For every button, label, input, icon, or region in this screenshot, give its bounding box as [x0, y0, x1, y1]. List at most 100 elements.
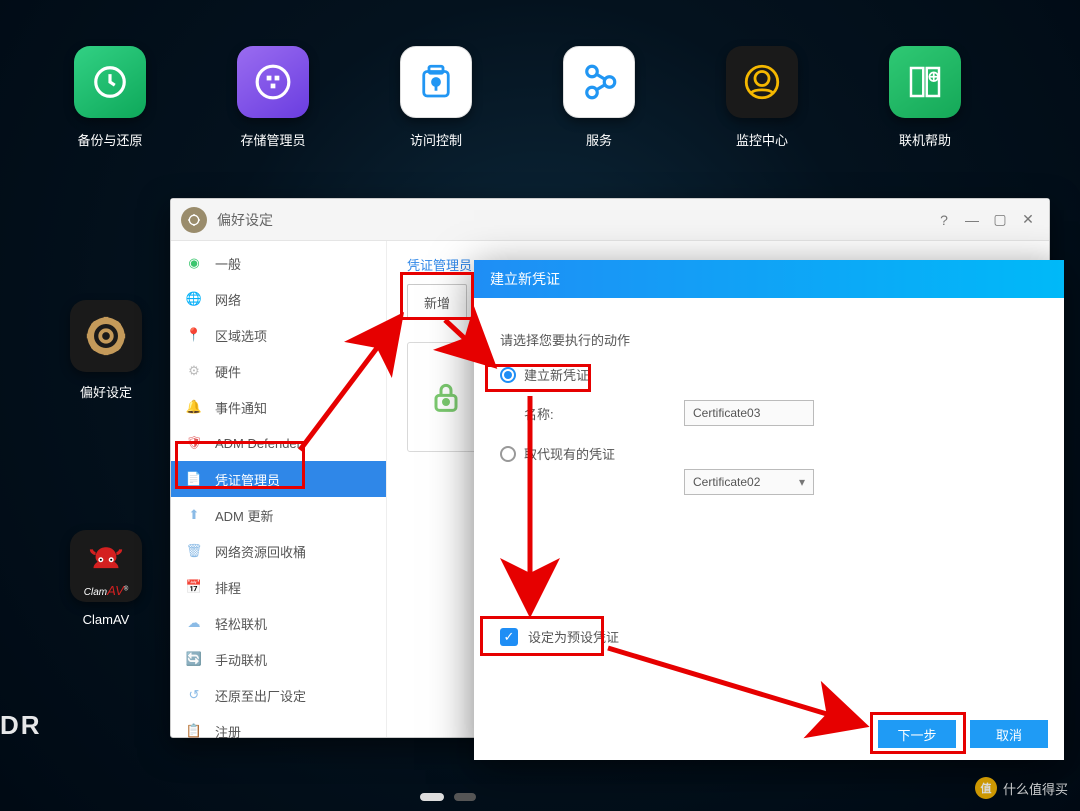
sidebar-item-label: 硬件 — [215, 362, 241, 381]
opt-create[interactable]: 建立新凭证 — [500, 365, 1038, 384]
sidebar-item-region[interactable]: 📍 区域选项 — [171, 317, 386, 353]
app-monitor[interactable]: 监控中心 — [722, 46, 802, 149]
app-label: 联机帮助 — [899, 130, 951, 149]
opt-label: 建立新凭证 — [524, 365, 589, 384]
app-backup[interactable]: 备份与还原 — [70, 46, 150, 149]
app-service[interactable]: 服务 — [559, 46, 639, 149]
calendar-icon: 📅 — [185, 578, 203, 596]
modal-prompt: 请选择您要执行的动作 — [500, 330, 1038, 349]
sidebar-item-label: 事件通知 — [215, 398, 267, 417]
register-icon: 📋 — [185, 722, 203, 740]
sync-icon: 🔄 — [185, 650, 203, 668]
sidebar-item-hardware[interactable]: ⚙ 硬件 — [171, 353, 386, 389]
sidebar-item-manual[interactable]: 🔄 手动联机 — [171, 641, 386, 677]
sidebar: ◉ 一般 🌐 网络 📍 区域选项 ⚙ 硬件 🔔 事件通知 🛡 ADM Defender 📄 凭… — [171, 241, 387, 737]
sidebar-item-label: 还原至出厂设定 — [215, 686, 306, 705]
sidebar-item-update[interactable]: ⬆ ADM 更新 — [171, 497, 386, 533]
side-app-clamav[interactable]: ClamAV® ClamAV — [70, 530, 142, 627]
cancel-button[interactable]: 取消 — [970, 720, 1048, 748]
sidebar-item-events[interactable]: 🔔 事件通知 — [171, 389, 386, 425]
sidebar-item-defender[interactable]: 🛡 ADM Defender — [171, 425, 386, 461]
side-app-pref[interactable]: 偏好设定 — [70, 300, 142, 401]
add-button[interactable]: 新增 — [407, 284, 467, 320]
update-icon: ⬆ — [185, 506, 203, 524]
factory-icon: ↺ — [185, 686, 203, 704]
app-label: 存储管理员 — [240, 130, 305, 149]
sidebar-item-factory[interactable]: ↺ 还原至出厂设定 — [171, 677, 386, 713]
opt-label: 取代现有的凭证 — [524, 444, 615, 463]
app-label: 偏好设定 — [80, 382, 132, 401]
storage-icon — [254, 63, 292, 101]
sidebar-item-label: 排程 — [215, 578, 241, 597]
recycle-icon: 🗑 — [185, 542, 203, 560]
sidebar-item-label: 区域选项 — [215, 326, 267, 345]
default-cert-checkbox[interactable]: ✓ — [500, 628, 518, 646]
sidebar-item-label: 网络资源回收桶 — [215, 542, 306, 561]
name-label: 名称: — [524, 404, 684, 423]
app-access[interactable]: 访问控制 — [396, 46, 476, 149]
app-label: 服务 — [586, 130, 612, 149]
help-button[interactable]: ? — [933, 209, 955, 231]
minimize-button[interactable]: — — [961, 209, 983, 231]
monitor-icon — [741, 61, 783, 103]
opt-replace[interactable]: 取代现有的凭证 — [500, 444, 1038, 463]
cert-icon: 📄 — [185, 470, 203, 488]
cloud-icon: ☁ — [185, 614, 203, 632]
help-icon — [904, 61, 946, 103]
titlebar: 偏好设定 ? — ▢ ✕ — [171, 199, 1049, 241]
bell-icon: 🔔 — [185, 398, 203, 416]
gear-icon — [83, 313, 129, 359]
window-title: 偏好设定 — [217, 210, 273, 230]
next-button[interactable]: 下一步 — [878, 720, 956, 748]
general-icon: ◉ — [185, 254, 203, 272]
watermark-text: 什么值得买 — [1003, 779, 1068, 798]
access-icon — [415, 61, 457, 103]
sidebar-item-certmgr[interactable]: 📄 凭证管理员 — [171, 461, 386, 497]
app-label: ClamAV — [83, 612, 130, 627]
dot-1[interactable] — [420, 793, 444, 801]
window-icon — [181, 207, 207, 233]
sidebar-item-label: ADM Defender — [215, 436, 301, 451]
app-help[interactable]: 联机帮助 — [885, 46, 965, 149]
service-icon — [578, 61, 620, 103]
sidebar-item-recycle[interactable]: 🗑 网络资源回收桶 — [171, 533, 386, 569]
chk-label: 设定为预设凭证 — [528, 627, 619, 646]
sidebar-item-label: 一般 — [215, 254, 241, 273]
region-icon: 📍 — [185, 326, 203, 344]
sidebar-item-schedule[interactable]: 📅 排程 — [171, 569, 386, 605]
shield-icon: 🛡 — [185, 434, 203, 452]
create-cert-modal: 建立新凭证 请选择您要执行的动作 建立新凭证 名称: 取代现有的凭证 Certi… — [474, 260, 1064, 760]
watermark: 值 什么值得买 — [975, 777, 1068, 799]
sidebar-item-ezconnect[interactable]: ☁ 轻松联机 — [171, 605, 386, 641]
sidebar-item-label: 注册 — [215, 722, 241, 741]
lock-icon — [426, 377, 466, 417]
app-label: 监控中心 — [736, 130, 788, 149]
sidebar-item-network[interactable]: 🌐 网络 — [171, 281, 386, 317]
hardware-icon: ⚙ — [185, 362, 203, 380]
sidebar-item-register[interactable]: 📋 注册 — [171, 713, 386, 749]
maximize-button[interactable]: ▢ — [989, 209, 1011, 231]
radio-create[interactable] — [500, 367, 516, 383]
dot-2[interactable] — [454, 793, 476, 801]
name-input[interactable] — [684, 400, 814, 426]
page-dots[interactable] — [420, 793, 476, 801]
brand-fragment: DR — [0, 710, 42, 741]
sidebar-item-label: 网络 — [215, 290, 241, 309]
sidebar-item-label: 凭证管理员 — [215, 470, 280, 489]
app-storage[interactable]: 存储管理员 — [233, 46, 313, 149]
radio-replace[interactable] — [500, 446, 516, 462]
sidebar-item-label: ADM 更新 — [215, 506, 274, 525]
modal-title: 建立新凭证 — [474, 260, 1064, 298]
globe-icon: 🌐 — [185, 290, 203, 308]
default-cert-row[interactable]: ✓ 设定为预设凭证 — [500, 627, 619, 646]
sidebar-item-label: 手动联机 — [215, 650, 267, 669]
desktop-row: 备份与还原 存储管理员 访问控制 服务 监控中心 联机帮助 — [70, 46, 1010, 149]
sidebar-item-general[interactable]: ◉ 一般 — [171, 245, 386, 281]
watermark-badge: 值 — [975, 777, 997, 799]
replace-select[interactable]: Certificate02 — [684, 469, 814, 495]
app-label: 备份与还原 — [77, 130, 142, 149]
app-label: 访问控制 — [410, 130, 462, 149]
close-button[interactable]: ✕ — [1017, 209, 1039, 231]
select-value: Certificate02 — [693, 475, 760, 489]
sidebar-item-label: 轻松联机 — [215, 614, 267, 633]
